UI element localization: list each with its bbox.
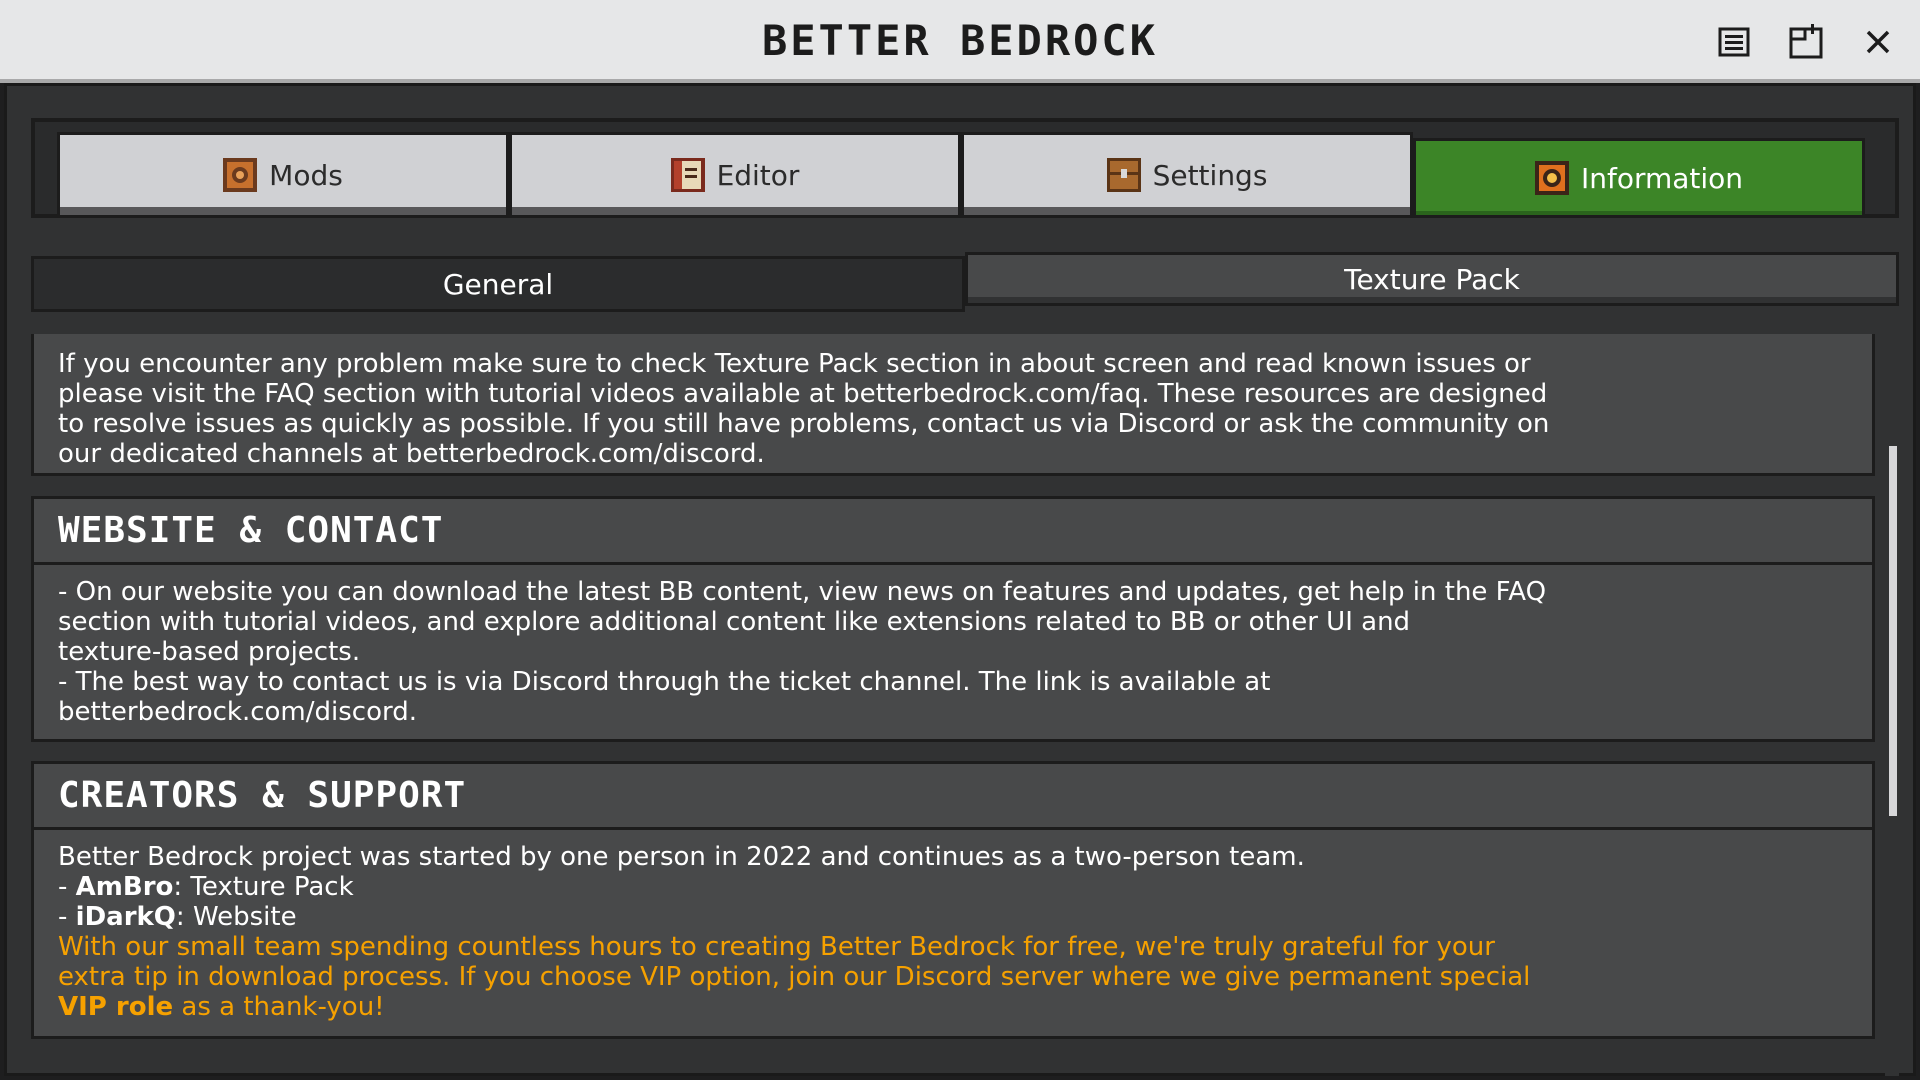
support-line: extra tip in download process. If you ch… [58, 962, 1531, 992]
tab-label: Editor [716, 158, 800, 192]
subtab-general[interactable]: General [31, 256, 965, 312]
info-block-icon [1534, 161, 1569, 195]
member-prefix: - [58, 872, 76, 902]
tab-bar: Mods Editor Settings Information [31, 118, 1899, 218]
creators-support-panel: CREATORS & SUPPORT Better Bedrock projec… [31, 761, 1875, 1039]
panel-heading: CREATORS & SUPPORT [34, 764, 1872, 830]
tab-information[interactable]: Information [1413, 138, 1865, 218]
support-line: With our small team spending countless h… [58, 932, 1495, 962]
tab-mods[interactable]: Mods [57, 132, 509, 218]
member-name: AmBro [75, 872, 174, 902]
text-line: - The best way to contact us is via Disc… [58, 667, 1271, 697]
text-line: - On our website you can download the la… [58, 577, 1547, 607]
member-line: - AmBro: Texture Pack [58, 872, 1848, 902]
text-line: texture-based projects. [58, 637, 361, 667]
intro-text: If you encounter any problem make sure t… [34, 334, 1872, 469]
tab-label: Information [1580, 161, 1744, 195]
text-line: betterbedrock.com/discord. [58, 697, 417, 727]
intro-panel: If you encounter any problem make sure t… [31, 334, 1875, 476]
text-line: our dedicated channels at betterbedrock.… [58, 439, 765, 469]
vip-line: VIP role as a thank-you! [58, 992, 1848, 1022]
text-line: to resolve issues as quickly as possible… [58, 409, 1550, 439]
gear-block-icon [223, 158, 258, 192]
window-icon[interactable] [1786, 22, 1826, 62]
creators-text: Better Bedrock project was started by on… [34, 830, 1872, 1022]
subtab-label: Texture Pack [1344, 262, 1520, 296]
member-role: : Texture Pack [173, 872, 354, 902]
menu-icon[interactable] [1714, 22, 1754, 62]
subtab-texture-pack[interactable]: Texture Pack [965, 252, 1899, 306]
member-prefix: - [58, 902, 76, 932]
panel-heading: WEBSITE & CONTACT [34, 499, 1872, 565]
website-contact-panel: WEBSITE & CONTACT - On our website you c… [31, 496, 1875, 742]
window-title: BETTER BEDROCK [761, 16, 1158, 65]
vip-role-text: VIP role [58, 992, 174, 1022]
close-icon[interactable] [1858, 22, 1898, 62]
member-name: iDarkQ [75, 902, 176, 932]
text-line: Better Bedrock project was started by on… [58, 842, 1305, 872]
text-line: please visit the FAQ section with tutori… [58, 379, 1548, 409]
chest-icon [1106, 158, 1141, 192]
website-text: - On our website you can download the la… [34, 565, 1872, 727]
scrollbar-thumb[interactable] [1889, 446, 1897, 816]
tab-editor[interactable]: Editor [509, 132, 961, 218]
member-line: - iDarkQ: Website [58, 902, 1848, 932]
tab-settings[interactable]: Settings [961, 132, 1413, 218]
text-line: section with tutorial videos, and explor… [58, 607, 1411, 637]
tab-label: Mods [269, 158, 343, 192]
member-role: : Website [175, 902, 297, 932]
title-bar: BETTER BEDROCK [0, 0, 1920, 83]
text-line: If you encounter any problem make sure t… [58, 349, 1531, 379]
main-frame: Mods Editor Settings Information General [4, 83, 1916, 1076]
tab-label: Settings [1152, 158, 1268, 192]
subtab-label: General [442, 267, 554, 301]
vip-rest-text: as a thank-you! [173, 992, 385, 1022]
scroll-content[interactable]: If you encounter any problem make sure t… [27, 334, 1879, 1076]
book-icon [670, 158, 705, 192]
